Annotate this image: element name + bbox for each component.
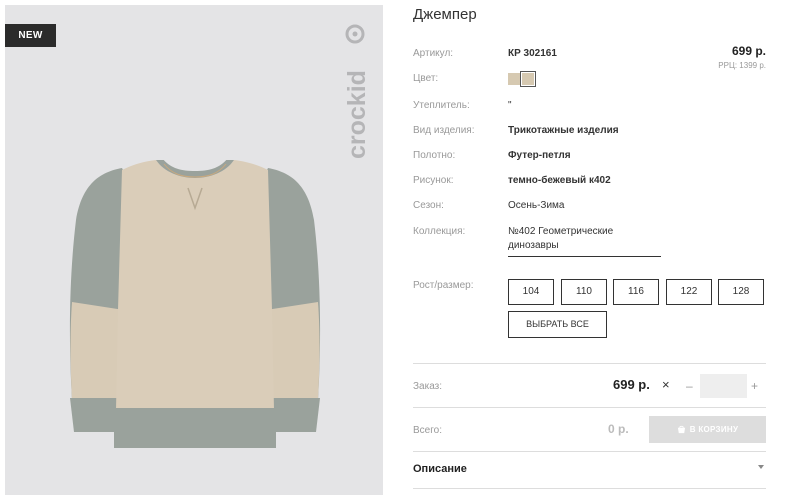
- recommended-price: РРЦ: 1399 р.: [718, 61, 766, 70]
- decrease-quantity-button[interactable]: –: [686, 379, 693, 393]
- season-value: Осень-Зима: [508, 200, 565, 211]
- increase-quantity-button[interactable]: +: [751, 379, 758, 393]
- color-swatch-selected[interactable]: [520, 71, 536, 87]
- multiply-icon: ×: [662, 377, 670, 392]
- pattern-value: темно-бежевый к402: [508, 175, 611, 186]
- article-label: Артикул:: [413, 48, 454, 59]
- size-label: Рост/размер:: [413, 280, 474, 291]
- svg-text:crockid: crockid: [343, 70, 371, 159]
- order-label: Заказ:: [413, 381, 443, 392]
- divider: [413, 407, 766, 408]
- size-button-104[interactable]: 104: [508, 279, 554, 305]
- add-to-cart-label: В КОРЗИНУ: [689, 425, 739, 434]
- collection-link[interactable]: №402 Геометрические динозавры: [508, 225, 661, 257]
- new-badge: NEW: [5, 24, 56, 47]
- brand-logo: crockid: [343, 24, 371, 159]
- fabric-value: Футер-петля: [508, 150, 571, 161]
- product-title: Джемпер: [413, 6, 477, 23]
- insulation-label: Утеплитель:: [413, 100, 470, 111]
- quantity-input[interactable]: [700, 374, 747, 398]
- size-button-110[interactable]: 110: [561, 279, 607, 305]
- color-swatch[interactable]: [508, 73, 520, 85]
- type-label: Вид изделия:: [413, 125, 475, 136]
- select-all-button[interactable]: ВЫБРАТЬ ВСЕ: [508, 311, 607, 338]
- size-button-116[interactable]: 116: [613, 279, 659, 305]
- color-label: Цвет:: [413, 73, 439, 84]
- type-value: Трикотажные изделия: [508, 125, 619, 136]
- collection-label: Коллекция:: [413, 226, 466, 237]
- size-button-128[interactable]: 128: [718, 279, 764, 305]
- pattern-label: Рисунок:: [413, 175, 454, 186]
- order-price: 699 р.: [613, 377, 650, 392]
- season-label: Сезон:: [413, 200, 444, 211]
- divider: [413, 488, 766, 489]
- product-image[interactable]: NEW crockid: [5, 5, 383, 495]
- total-label: Всего:: [413, 425, 442, 436]
- fabric-label: Полотно:: [413, 150, 456, 161]
- total-value: 0 р.: [608, 422, 629, 436]
- chevron-down-icon[interactable]: [758, 465, 764, 469]
- sweater-illustration: [69, 160, 321, 448]
- article-value: КР 302161: [508, 48, 557, 59]
- add-to-cart-button[interactable]: В КОРЗИНУ: [649, 416, 766, 443]
- cart-icon: [677, 425, 685, 434]
- product-price: 699 р.: [731, 44, 766, 58]
- description-toggle[interactable]: Описание: [413, 463, 467, 475]
- divider: [413, 451, 766, 452]
- size-button-122[interactable]: 122: [666, 279, 712, 305]
- insulation-value: ": [508, 100, 512, 111]
- divider: [413, 363, 766, 364]
